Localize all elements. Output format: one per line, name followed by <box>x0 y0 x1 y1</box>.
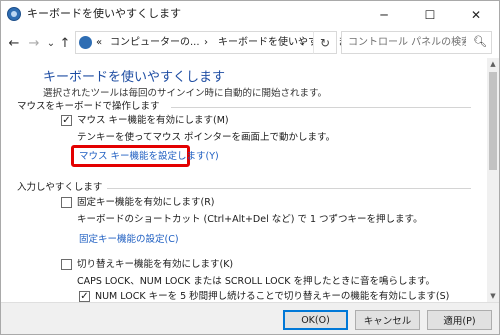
mouse-keys-description: テンキーを使ってマウス ポインターを画面上で動かします。 <box>77 132 336 143</box>
address-dropdown-icon[interactable]: ⌄ <box>298 36 306 50</box>
main-content: キーボードを使いやすくします 選択されたツールは毎回のサインイン時に自動的に開始… <box>1 58 487 302</box>
search-box[interactable]: 🔍︎ <box>341 31 492 54</box>
numlock-toggle-checkbox[interactable]: ✓ <box>79 291 90 302</box>
window-title: キーボードを使いやすくします <box>27 7 181 20</box>
section-header-mouse: マウスをキーボードで操作します <box>17 101 160 112</box>
forward-arrow-icon[interactable]: → <box>25 34 43 52</box>
page-heading: キーボードを使いやすくします <box>43 70 226 85</box>
scrollbar-thumb[interactable] <box>489 72 497 170</box>
section-header-input: 入力しやすくします <box>17 182 103 193</box>
control-panel-icon <box>79 36 92 49</box>
toggle-keys-label[interactable]: 切り替えキー機能を有効にします(K) <box>77 258 233 271</box>
cancel-button[interactable]: キャンセル <box>355 310 420 330</box>
set-up-mouse-keys-link[interactable]: マウス キー機能を設定します(Y) <box>79 150 219 163</box>
section-divider <box>107 188 471 189</box>
breadcrumb-segment[interactable]: キーボードを使いやすくします <box>218 36 358 50</box>
toggle-keys-description: CAPS LOCK、NUM LOCK または SCROLL LOCK を押したと… <box>77 276 436 287</box>
close-button[interactable]: ✕ <box>453 1 499 28</box>
mouse-keys-checkbox[interactable]: ✓ <box>61 115 72 126</box>
up-arrow-icon[interactable]: ↑ <box>56 34 74 52</box>
scroll-up-icon[interactable]: ▲ <box>487 58 499 70</box>
dialog-footer: OK(O) キャンセル 適用(P) <box>1 302 499 334</box>
address-bar[interactable]: « コンピューターの... › キーボードを使いやすくします ⌄ <box>75 31 358 54</box>
refresh-icon[interactable]: ↻ <box>313 31 337 54</box>
address-overflow-chevron[interactable]: « <box>96 36 102 50</box>
sticky-keys-label[interactable]: 固定キー機能を有効にします(R) <box>77 196 215 209</box>
set-up-sticky-keys-link[interactable]: 固定キー機能の設定(C) <box>79 233 179 246</box>
navigation-bar: ← → ⌄ ↑ « コンピューターの... › キーボードを使いやすくします ⌄… <box>1 28 499 58</box>
toggle-keys-checkbox[interactable] <box>61 259 72 270</box>
sticky-keys-description: キーボードのショートカット (Ctrl+Alt+Del など) で 1 つずつキ… <box>77 214 423 225</box>
minimize-button[interactable]: ─ <box>361 1 407 28</box>
mouse-keys-label[interactable]: マウス キー機能を有効にします(M) <box>77 114 229 127</box>
maximize-button[interactable]: ☐ <box>407 1 453 28</box>
checkmark-icon: ✓ <box>62 114 71 126</box>
sticky-keys-checkbox[interactable] <box>61 197 72 208</box>
section-divider <box>171 107 471 108</box>
numlock-toggle-label[interactable]: NUM LOCK キーを 5 秒間押し続けることで切り替えキーの機能を有効にしま… <box>95 290 449 302</box>
ok-button[interactable]: OK(O) <box>283 310 348 330</box>
title-bar: キーボードを使いやすくします ─ ☐ ✕ <box>1 1 499 28</box>
vertical-scrollbar[interactable]: ▲ ▼ <box>487 58 499 302</box>
control-panel-window: キーボードを使いやすくします ─ ☐ ✕ ← → ⌄ ↑ « コンピューターの.… <box>0 0 500 335</box>
scroll-down-icon[interactable]: ▼ <box>487 290 499 302</box>
search-icon[interactable]: 🔍︎ <box>473 36 487 48</box>
checkmark-icon: ✓ <box>80 290 89 302</box>
back-arrow-icon[interactable]: ← <box>5 34 23 52</box>
breadcrumb-separator-icon[interactable]: › <box>204 36 208 50</box>
search-input[interactable] <box>348 35 466 49</box>
apply-button[interactable]: 適用(P) <box>427 310 492 330</box>
ease-of-access-icon <box>7 7 21 21</box>
breadcrumb-segment[interactable]: コンピューターの... <box>110 36 200 50</box>
page-subtitle: 選択されたツールは毎回のサインイン時に自動的に開始されます。 <box>43 88 328 99</box>
